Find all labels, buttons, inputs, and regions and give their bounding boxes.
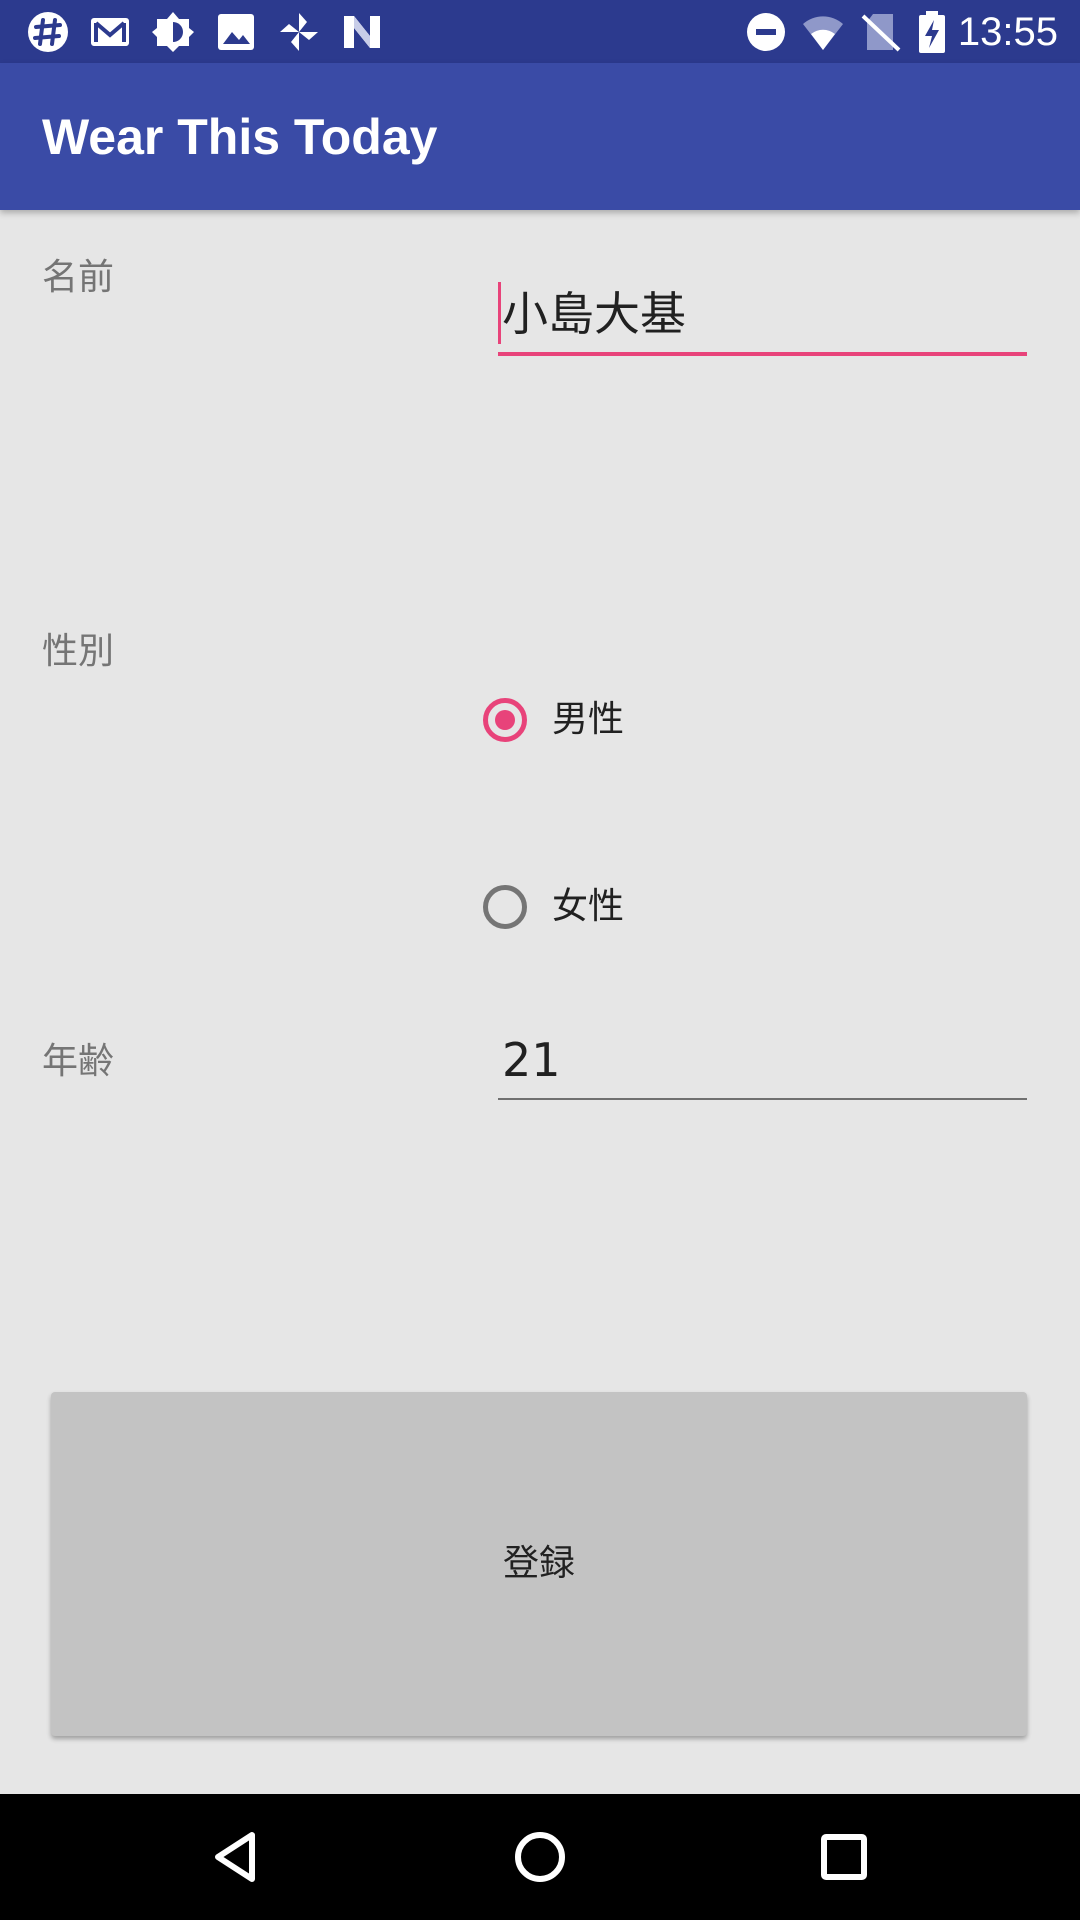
navigation-bar — [0, 1794, 1080, 1920]
radio-female[interactable]: 女性 — [483, 883, 783, 939]
radio-checked-icon — [483, 698, 527, 742]
name-label: 名前 — [42, 257, 115, 298]
dnd-icon — [747, 13, 785, 51]
back-icon[interactable] — [206, 1827, 266, 1887]
pinwheel-icon — [280, 13, 318, 51]
wifi-icon — [803, 16, 843, 50]
nfc-n-icon — [344, 16, 380, 48]
radio-male-label: 男性 — [552, 699, 625, 740]
status-time: 13:55 — [957, 10, 1058, 54]
radio-female-label: 女性 — [552, 886, 625, 927]
status-bar: 13:55 — [0, 0, 1080, 63]
age-input[interactable]: 21 — [498, 1022, 1027, 1100]
gmail-icon — [91, 18, 129, 46]
app-title: Wear This Today — [42, 109, 438, 165]
gender-label: 性別 — [42, 631, 115, 672]
register-button-label: 登録 — [502, 1543, 575, 1584]
radio-unchecked-icon — [483, 885, 527, 929]
radio-male[interactable]: 男性 — [483, 696, 783, 752]
photos-icon — [218, 14, 254, 50]
battery-charging-icon — [919, 11, 945, 53]
text-caret — [498, 282, 501, 344]
app-bar: Wear This Today — [0, 63, 1080, 210]
home-icon[interactable] — [510, 1827, 570, 1887]
brightness-icon — [152, 12, 194, 52]
name-input[interactable]: 小島大基 — [498, 276, 1027, 356]
register-button[interactable]: 登録 — [51, 1392, 1027, 1736]
no-sim-icon — [861, 14, 901, 52]
name-value: 小島大基 — [502, 287, 686, 341]
slack-icon — [28, 12, 68, 52]
age-value: 21 — [502, 1033, 561, 1087]
age-label: 年齢 — [42, 1041, 115, 1082]
recents-icon[interactable] — [814, 1827, 874, 1887]
